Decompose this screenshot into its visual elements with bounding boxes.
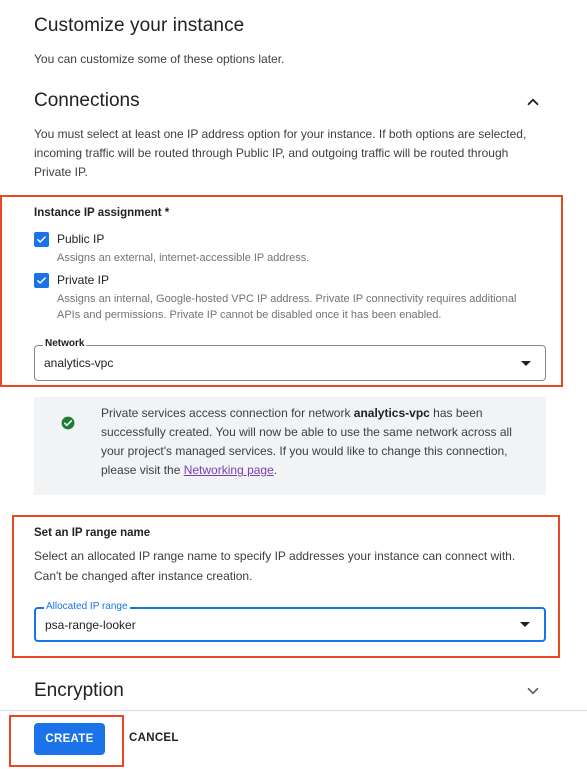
private-ip-label[interactable]: Private IP xyxy=(57,273,109,287)
page-subtitle: You can customize some of these options … xyxy=(34,52,285,66)
private-ip-checkbox[interactable] xyxy=(34,273,49,288)
encryption-title: Encryption xyxy=(34,680,124,701)
encryption-expand-toggle[interactable] xyxy=(524,682,542,705)
network-legend: Network xyxy=(43,338,87,349)
public-ip-description: Assigns an external, internet-accessible… xyxy=(57,252,310,264)
connections-description: You must select at least one IP address … xyxy=(34,127,527,179)
allocated-ip-range-legend: Allocated IP range xyxy=(44,601,130,612)
dropdown-arrow-icon xyxy=(520,622,530,627)
allocated-ip-range-value: psa-range-looker xyxy=(45,618,136,632)
allocated-ip-range-select[interactable]: Allocated IP range psa-range-looker xyxy=(34,601,546,642)
notice-text: Private services access connection for n… xyxy=(101,406,512,477)
create-button[interactable]: CREATE xyxy=(34,723,105,755)
connections-title: Connections xyxy=(34,90,140,111)
network-select[interactable]: Network analytics-vpc xyxy=(34,338,546,381)
check-circle-icon xyxy=(61,416,75,430)
private-ip-description: Assigns an internal, Google-hosted VPC I… xyxy=(57,293,517,321)
network-value: analytics-vpc xyxy=(44,356,114,370)
notice-network-name: analytics-vpc xyxy=(353,406,430,420)
connections-collapse-toggle[interactable] xyxy=(524,93,542,116)
ip-range-description: Select an allocated IP range name to spe… xyxy=(34,549,516,583)
action-bar-divider xyxy=(0,710,587,711)
check-icon xyxy=(37,236,46,243)
private-services-notice: Private services access connection for n… xyxy=(34,397,546,495)
chevron-down-icon xyxy=(527,687,539,695)
check-icon xyxy=(37,277,46,284)
public-ip-checkbox[interactable] xyxy=(34,232,49,247)
dropdown-arrow-icon xyxy=(521,361,531,366)
page-title: Customize your instance xyxy=(34,15,245,36)
ip-range-title: Set an IP range name xyxy=(34,527,151,539)
cancel-button[interactable]: CANCEL xyxy=(129,732,179,744)
chevron-up-icon xyxy=(527,98,539,106)
public-ip-label[interactable]: Public IP xyxy=(57,232,104,246)
networking-page-link[interactable]: Networking page xyxy=(184,463,274,477)
ip-assignment-label: Instance IP assignment * xyxy=(34,207,170,219)
